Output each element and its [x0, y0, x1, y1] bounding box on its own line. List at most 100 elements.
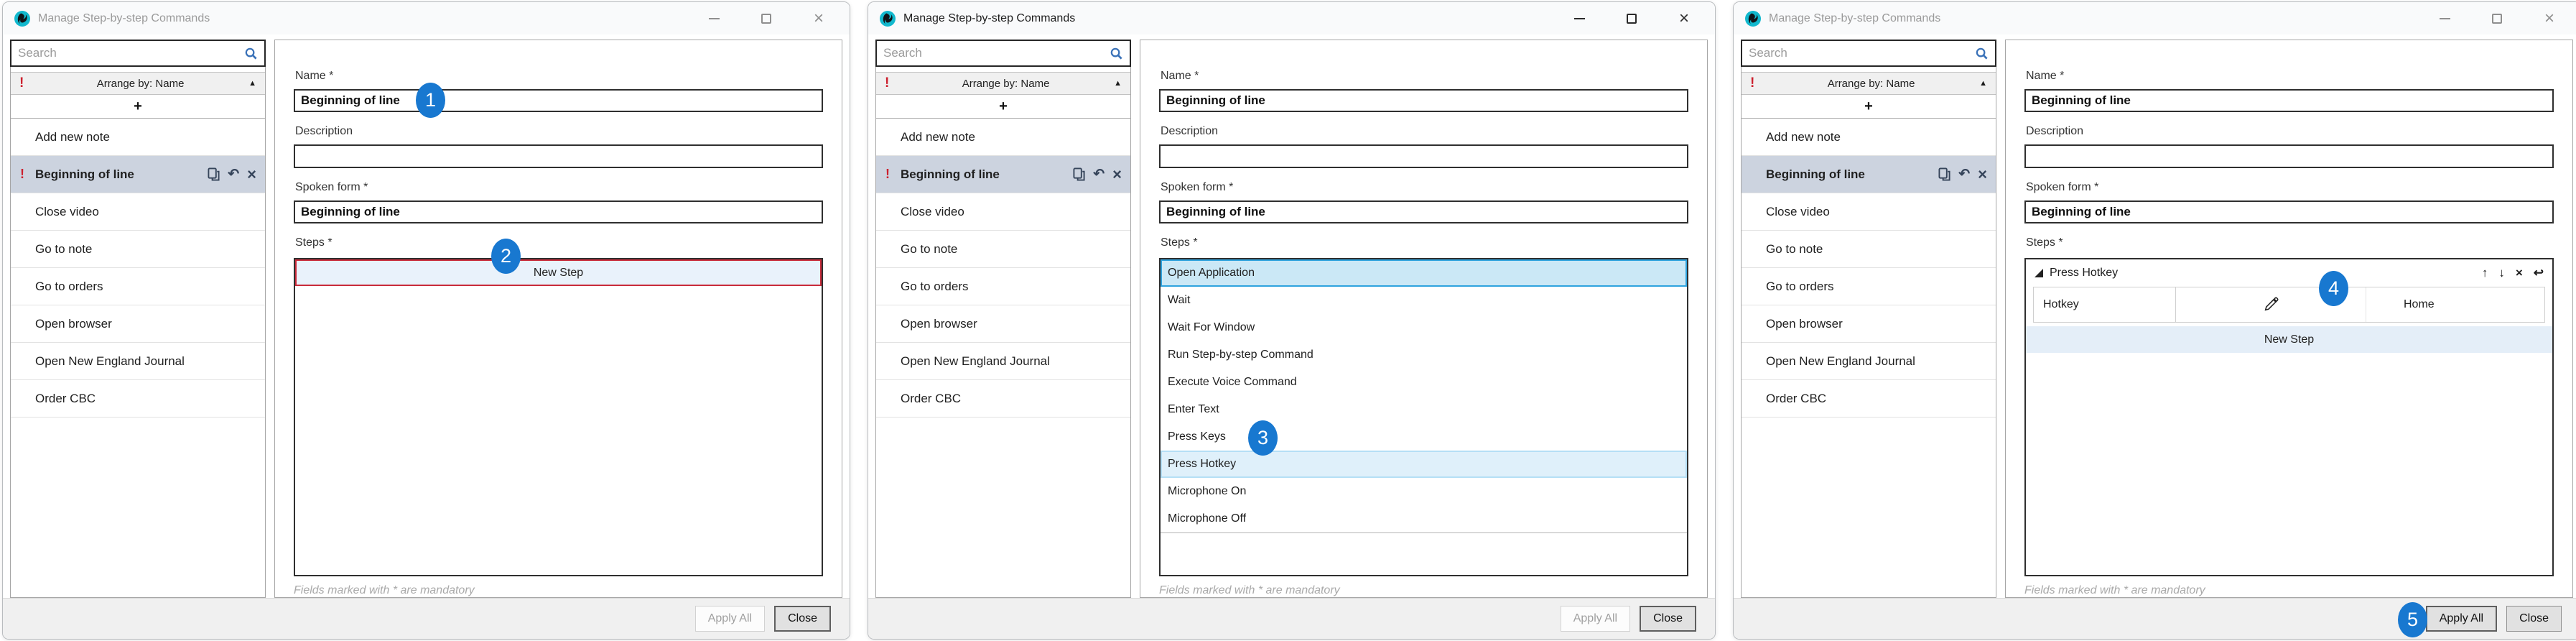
maximize-button[interactable]	[1622, 9, 1641, 28]
apply-all-button[interactable]: Apply All	[2426, 606, 2497, 632]
add-icon: +	[134, 98, 142, 115]
sidebar-item-open-new-england-journal[interactable]: Open New England Journal	[1742, 343, 1996, 380]
dialog-footer: Apply All Close	[1734, 598, 2576, 639]
sidebar-item-open-new-england-journal[interactable]: Open New England Journal	[876, 343, 1130, 380]
remove-step-icon[interactable]: ×	[2516, 266, 2523, 280]
minimize-button[interactable]	[705, 9, 723, 28]
close-button[interactable]: Close	[774, 606, 831, 632]
sidebar-item-beginning-of-line[interactable]: ! Beginning of line ↶ ×	[876, 156, 1130, 193]
error-icon: !	[19, 75, 32, 91]
expander-icon[interactable]	[2035, 269, 2043, 277]
arrange-by-header[interactable]: ! Arrange by: Name ▲	[876, 72, 1130, 95]
name-field[interactable]: Beginning of line	[294, 89, 823, 112]
dragon-app-icon	[880, 11, 896, 27]
sidebar-item-add-new-note[interactable]: Add new note	[876, 119, 1130, 156]
sidebar-item-order-cbc[interactable]: Order CBC	[1742, 380, 1996, 418]
undo-step-icon[interactable]: ↩	[2534, 266, 2544, 280]
step-option-enter-text[interactable]: Enter Text	[1161, 396, 1687, 423]
description-field[interactable]	[2024, 144, 2554, 167]
step-option-microphone-off[interactable]: Microphone Off	[1161, 505, 1687, 532]
search-icon	[1110, 47, 1123, 60]
step-option-microphone-on[interactable]: Microphone On	[1161, 478, 1687, 505]
sidebar-item-order-cbc[interactable]: Order CBC	[11, 380, 265, 418]
sidebar-item-open-new-england-journal[interactable]: Open New England Journal	[11, 343, 265, 380]
maximize-button[interactable]	[2488, 9, 2506, 28]
sidebar-item-go-to-note[interactable]: Go to note	[11, 231, 265, 268]
step-option-wait[interactable]: Wait	[1161, 287, 1687, 314]
step-toolbar: ↑ ↓ × ↩	[2482, 266, 2544, 280]
maximize-button[interactable]	[757, 9, 776, 28]
copy-icon[interactable]	[1073, 167, 1085, 181]
sidebar-item-beginning-of-line[interactable]: ! Beginning of line ↶ ×	[1742, 156, 1996, 193]
spoken-form-field[interactable]: Beginning of line	[2024, 200, 2554, 223]
sidebar-item-close-video[interactable]: Close video	[11, 193, 265, 231]
sidebar-item-open-browser[interactable]: Open browser	[876, 305, 1130, 343]
search-icon	[1975, 47, 1989, 60]
arrange-by-header[interactable]: ! Arrange by: Name ▲	[11, 72, 265, 95]
step-option-press-keys[interactable]: Press Keys	[1161, 423, 1687, 451]
spoken-form-field[interactable]: Beginning of line	[294, 200, 823, 223]
delete-icon[interactable]: ×	[247, 167, 256, 183]
delete-icon[interactable]: ×	[1978, 167, 1987, 183]
sidebar-item-go-to-note[interactable]: Go to note	[876, 231, 1130, 268]
sidebar-item-add-new-note[interactable]: Add new note	[1742, 119, 1996, 156]
sidebar-item-go-to-orders[interactable]: Go to orders	[876, 268, 1130, 305]
step-option-press-hotkey[interactable]: Press Hotkey	[1161, 451, 1687, 478]
step-group-header[interactable]: Press Hotkey ↑ ↓ × ↩	[2026, 259, 2552, 287]
name-field[interactable]: Beginning of line	[1159, 89, 1688, 112]
delete-icon[interactable]: ×	[1112, 167, 1122, 183]
name-field[interactable]: Beginning of line	[2024, 89, 2554, 112]
search-input[interactable]: Search	[875, 40, 1131, 67]
sidebar-item-open-browser[interactable]: Open browser	[11, 305, 265, 343]
sidebar-item-beginning-of-line[interactable]: ! Beginning of line ↶ ×	[11, 156, 265, 193]
move-down-icon[interactable]: ↓	[2498, 266, 2505, 280]
sidebar-item-close-video[interactable]: Close video	[876, 193, 1130, 231]
mandatory-note: Fields marked with * are mandatory	[294, 584, 823, 597]
description-label: Description	[295, 125, 823, 138]
add-command-button[interactable]: +	[1742, 95, 1996, 119]
arrange-by-header[interactable]: ! Arrange by: Name ▲	[1742, 72, 1996, 95]
apply-all-button[interactable]: Apply All	[695, 606, 765, 632]
step-option-execute-voice-command[interactable]: Execute Voice Command	[1161, 369, 1687, 396]
close-window-button[interactable]: ×	[809, 9, 828, 28]
search-input[interactable]: Search	[10, 40, 266, 67]
hotkey-value: Home	[2366, 287, 2544, 322]
sort-ascending-icon: ▲	[1979, 79, 1987, 88]
close-button[interactable]: Close	[2506, 606, 2562, 632]
close-window-button[interactable]: ×	[1675, 9, 1693, 28]
add-command-button[interactable]: +	[876, 95, 1130, 119]
sidebar-item-add-new-note[interactable]: Add new note	[11, 119, 265, 156]
window-controls: ×	[705, 9, 838, 28]
close-button[interactable]: Close	[1640, 606, 1696, 632]
move-up-icon[interactable]: ↑	[2482, 266, 2488, 280]
close-window-button[interactable]: ×	[2540, 9, 2559, 28]
undo-icon[interactable]: ↶	[228, 167, 239, 181]
description-field[interactable]	[294, 144, 823, 167]
undo-icon[interactable]: ↶	[1093, 167, 1105, 181]
apply-all-button[interactable]: Apply All	[1561, 606, 1630, 632]
new-step-row[interactable]: New Step	[2026, 326, 2552, 353]
step-option-run-step-by-step-command[interactable]: Run Step-by-step Command	[1161, 341, 1687, 369]
row-action-icons: ↶ ×	[1073, 167, 1122, 183]
sidebar-item-close-video[interactable]: Close video	[1742, 193, 1996, 231]
sidebar-item-go-to-note[interactable]: Go to note	[1742, 231, 1996, 268]
sidebar-item-order-cbc[interactable]: Order CBC	[876, 380, 1130, 418]
search-input[interactable]: Search	[1741, 40, 1996, 67]
spoken-form-field[interactable]: Beginning of line	[1159, 200, 1688, 223]
step-option-open-application[interactable]: Open Application	[1161, 259, 1687, 287]
sidebar-item-go-to-orders[interactable]: Go to orders	[1742, 268, 1996, 305]
new-step-row[interactable]: New Step	[295, 259, 822, 286]
maximize-icon	[1627, 14, 1637, 24]
sidebar-item-open-browser[interactable]: Open browser	[1742, 305, 1996, 343]
name-label: Name *	[295, 70, 823, 83]
steps-list: New Step	[294, 258, 823, 576]
minimize-button[interactable]	[2435, 9, 2454, 28]
copy-icon[interactable]	[1938, 167, 1950, 181]
sidebar-item-go-to-orders[interactable]: Go to orders	[11, 268, 265, 305]
step-option-wait-for-window[interactable]: Wait For Window	[1161, 314, 1687, 341]
description-field[interactable]	[1159, 144, 1688, 167]
copy-icon[interactable]	[208, 167, 220, 181]
add-command-button[interactable]: +	[11, 95, 265, 119]
minimize-button[interactable]	[1570, 9, 1589, 28]
undo-icon[interactable]: ↶	[1958, 167, 1970, 181]
